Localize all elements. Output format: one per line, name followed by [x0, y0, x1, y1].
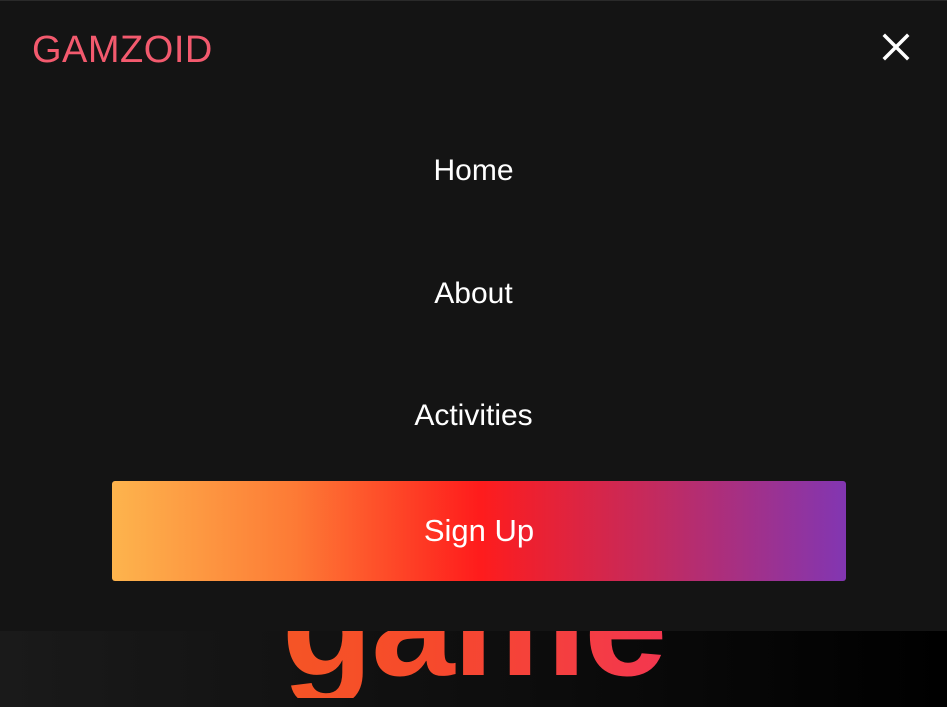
close-icon — [882, 33, 910, 61]
nav-item-label: About — [434, 277, 513, 310]
nav-item-activities[interactable]: Activities — [0, 397, 947, 435]
mobile-menu-panel: GAMZOID Home About Activities Sign Up — [0, 0, 947, 631]
nav-item-home[interactable]: Home — [0, 152, 947, 190]
nav-item-about[interactable]: About — [0, 275, 947, 313]
page: game GAMZOID Home About Activities Sign … — [0, 0, 947, 707]
brand-logo[interactable]: GAMZOID — [32, 31, 213, 69]
sign-up-label: Sign Up — [423, 513, 535, 548]
sign-up-button[interactable]: Sign Up — [112, 481, 846, 581]
nav-item-label: Home — [433, 154, 514, 187]
nav-item-label: Activities — [414, 399, 533, 432]
close-menu-button[interactable] — [874, 25, 918, 69]
